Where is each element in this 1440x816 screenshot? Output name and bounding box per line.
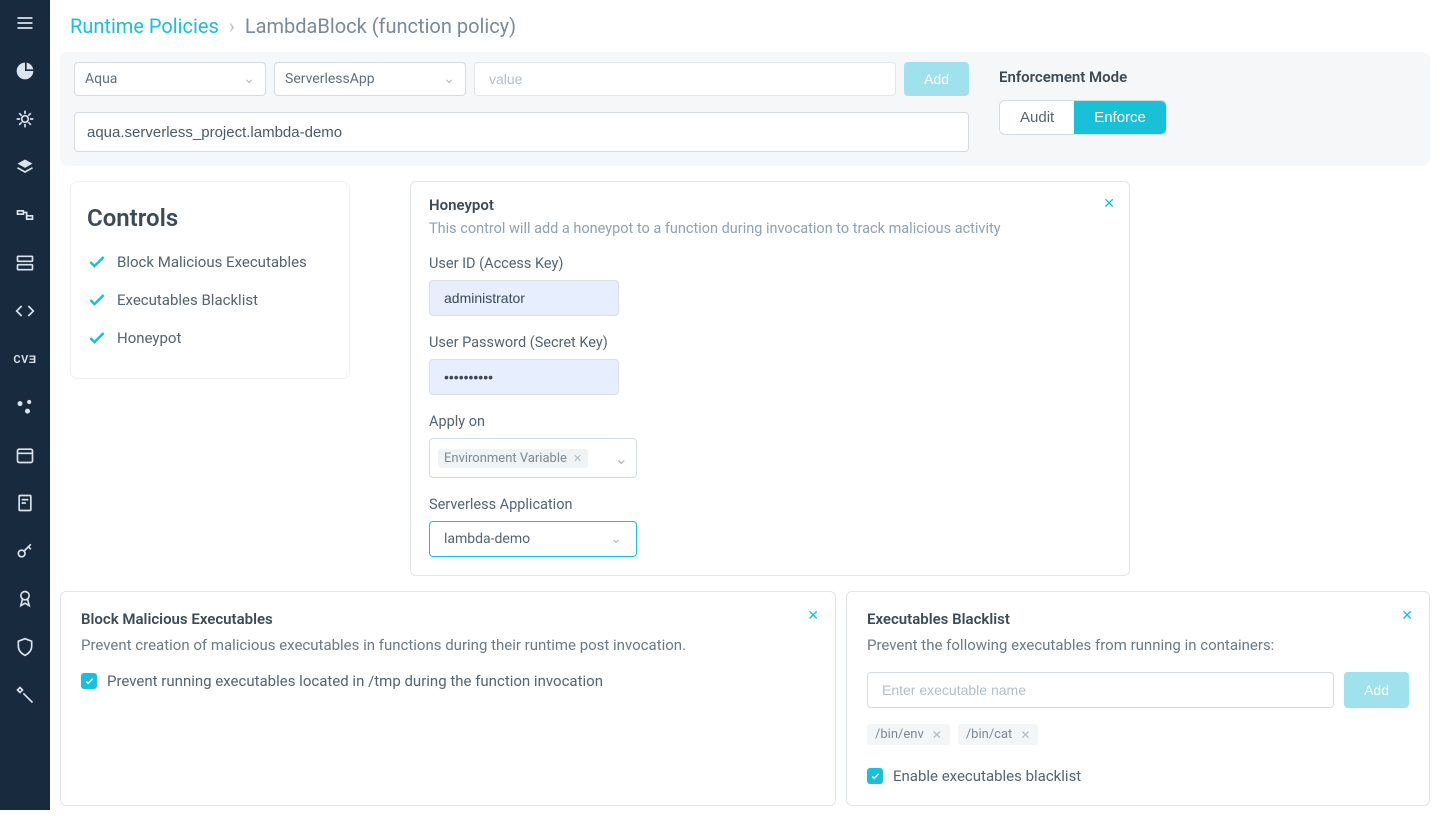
remove-chip-icon[interactable]: ✕	[573, 452, 582, 465]
executable-pill: /bin/cat✕	[958, 724, 1039, 745]
user-id-input[interactable]	[429, 280, 619, 316]
blacklist-desc: Prevent the following executables from r…	[867, 636, 1409, 654]
namespace-select[interactable]: Aqua ⌄	[74, 62, 266, 96]
functions-icon[interactable]	[14, 204, 36, 226]
check-icon	[87, 252, 107, 272]
key-icon[interactable]	[14, 540, 36, 562]
controls-panel: Controls Block Malicious Executables Exe…	[70, 181, 350, 379]
helm-icon[interactable]	[14, 108, 36, 130]
block-malicious-desc: Prevent creation of malicious executable…	[81, 636, 815, 654]
honeypot-card: ✕ Honeypot This control will add a honey…	[410, 181, 1130, 576]
menu-icon[interactable]	[14, 12, 36, 34]
add-scope-button[interactable]: Add	[904, 62, 969, 96]
layers-icon[interactable]	[14, 156, 36, 178]
scope-string-input[interactable]	[74, 112, 969, 152]
chevron-down-icon: ⌄	[443, 71, 455, 87]
password-input[interactable]	[429, 359, 619, 395]
chevron-right-icon: ›	[229, 14, 235, 38]
enable-blacklist-label: Enable executables blacklist	[893, 767, 1081, 785]
shield-icon[interactable]	[14, 636, 36, 658]
tools-icon[interactable]	[14, 684, 36, 706]
close-icon[interactable]: ✕	[807, 608, 819, 624]
serverless-app-select[interactable]: lambda-demo ⌄	[429, 521, 637, 557]
apply-on-label: Apply on	[429, 413, 1111, 430]
blacklist-title: Executables Blacklist	[867, 610, 1409, 628]
calendar-icon[interactable]	[14, 444, 36, 466]
apply-on-chip: Environment Variable ✕	[438, 449, 588, 468]
close-icon[interactable]: ✕	[1103, 196, 1115, 212]
audit-button[interactable]: Audit	[1000, 101, 1074, 134]
close-icon[interactable]: ✕	[1401, 608, 1413, 624]
control-item[interactable]: Honeypot	[87, 328, 333, 348]
check-icon	[87, 328, 107, 348]
remove-pill-icon[interactable]: ✕	[1020, 728, 1030, 742]
breadcrumb-current: LambdaBlock (function policy)	[245, 14, 516, 38]
application-select[interactable]: ServerlessApp ⌄	[274, 62, 466, 96]
cve-icon[interactable]: CVƎ	[14, 348, 36, 370]
prevent-tmp-label: Prevent running executables located in /…	[107, 672, 603, 690]
executable-pill: /bin/env✕	[867, 724, 950, 745]
breadcrumb-root[interactable]: Runtime Policies	[70, 14, 219, 38]
block-malicious-card: ✕ Block Malicious Executables Prevent cr…	[60, 591, 836, 806]
honeypot-title: Honeypot	[429, 196, 1111, 214]
controls-title: Controls	[87, 204, 333, 232]
apply-on-select[interactable]: Environment Variable ✕ ⌄	[429, 438, 637, 478]
enforcement-mode-label: Enforcement Mode	[999, 68, 1416, 86]
enforcement-toggle: Audit Enforce	[999, 100, 1167, 135]
main-content: Runtime Policies › LambdaBlock (function…	[50, 0, 1440, 810]
breadcrumb: Runtime Policies › LambdaBlock (function…	[50, 0, 1440, 52]
scope-panel: Aqua ⌄ ServerlessApp ⌄ Add Enforcement M…	[60, 52, 1430, 166]
document-icon[interactable]	[14, 492, 36, 514]
graph-icon[interactable]	[14, 396, 36, 418]
user-id-label: User ID (Access Key)	[429, 255, 1111, 272]
executables-blacklist-card: ✕ Executables Blacklist Prevent the foll…	[846, 591, 1430, 806]
scope-value-input[interactable]	[474, 62, 896, 96]
chevron-down-icon: ⌄	[243, 71, 255, 87]
password-label: User Password (Secret Key)	[429, 334, 1111, 351]
side-nav: CVƎ	[0, 0, 50, 810]
control-item[interactable]: Block Malicious Executables	[87, 252, 333, 272]
prevent-tmp-checkbox[interactable]	[81, 673, 97, 689]
code-icon[interactable]	[14, 300, 36, 322]
badge-icon[interactable]	[14, 588, 36, 610]
servers-icon[interactable]	[14, 252, 36, 274]
honeypot-desc: This control will add a honeypot to a fu…	[429, 220, 1111, 237]
block-malicious-title: Block Malicious Executables	[81, 610, 815, 628]
check-icon	[87, 290, 107, 310]
chevron-down-icon: ⌄	[610, 531, 622, 547]
serverless-app-label: Serverless Application	[429, 496, 1111, 513]
remove-pill-icon[interactable]: ✕	[932, 728, 942, 742]
executable-name-input[interactable]	[867, 672, 1334, 708]
pie-icon[interactable]	[14, 60, 36, 82]
control-item[interactable]: Executables Blacklist	[87, 290, 333, 310]
enforce-button[interactable]: Enforce	[1074, 101, 1166, 134]
add-executable-button[interactable]: Add	[1344, 672, 1409, 708]
enable-blacklist-checkbox[interactable]	[867, 768, 883, 784]
chevron-down-icon: ⌄	[615, 449, 628, 468]
